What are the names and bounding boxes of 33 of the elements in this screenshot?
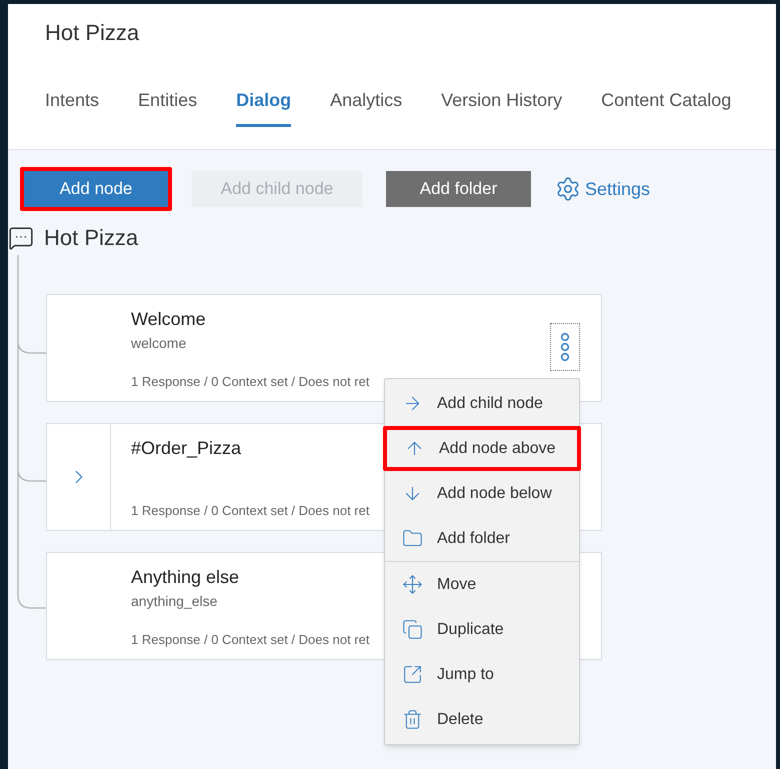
node-summary: 1 Response / 0 Context set / Does not ret bbox=[131, 630, 370, 649]
tab[interactable]: Dialog bbox=[236, 87, 292, 127]
tab[interactable]: Intents bbox=[45, 87, 100, 127]
node-summary: 1 Response / 0 Context set / Does not ret bbox=[131, 372, 370, 391]
move-icon bbox=[402, 574, 423, 595]
add-button[interactable]: Add node bbox=[24, 171, 168, 207]
more-options-button[interactable] bbox=[550, 323, 580, 371]
tab[interactable]: Content Catalog bbox=[601, 87, 732, 127]
node-title: #Order_Pizza bbox=[131, 437, 242, 460]
node-condition: welcome bbox=[131, 334, 188, 353]
dialog-root-title: Hot Pizza bbox=[44, 224, 138, 252]
jump-icon bbox=[402, 664, 423, 685]
node-condition: anything_else bbox=[131, 592, 218, 611]
settings-icon bbox=[555, 176, 581, 202]
menu-item[interactable]: Add node above bbox=[383, 426, 581, 471]
chat-bubble-icon bbox=[8, 224, 34, 250]
kebab-icon bbox=[560, 332, 570, 362]
copy-icon bbox=[402, 619, 423, 640]
tab[interactable]: Version History bbox=[441, 87, 562, 127]
menu-item[interactable]: Delete bbox=[385, 697, 579, 742]
folder-icon bbox=[402, 528, 423, 549]
tab[interactable]: Entities bbox=[138, 87, 198, 127]
node-summary: 1 Response / 0 Context set / Does not ret bbox=[131, 502, 370, 520]
tab[interactable]: Analytics bbox=[330, 87, 402, 127]
menu-item[interactable]: Move bbox=[385, 562, 579, 607]
add-button[interactable]: Add folder bbox=[386, 171, 531, 207]
settings-link[interactable]: Settings bbox=[555, 176, 650, 202]
menu-item[interactable]: Add node below bbox=[385, 471, 579, 516]
node-title: Welcome bbox=[131, 308, 207, 331]
menu-item[interactable]: Duplicate bbox=[385, 607, 579, 652]
node-title: Anything else bbox=[131, 566, 240, 589]
trash-icon bbox=[402, 709, 423, 730]
app-title: Hot Pizza bbox=[44, 19, 140, 47]
